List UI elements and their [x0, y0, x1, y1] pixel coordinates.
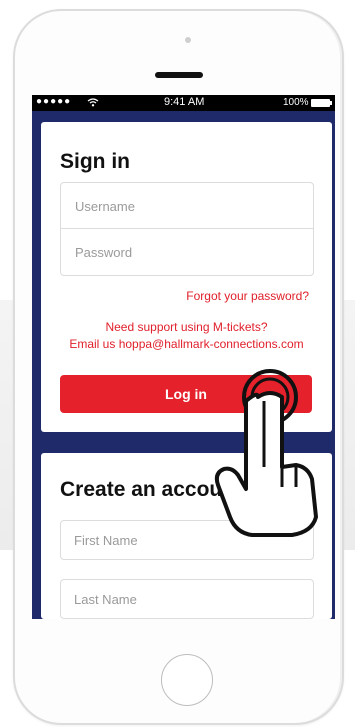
- support-line-1: Need support using M-tickets?: [105, 320, 268, 334]
- first-name-placeholder: First Name: [74, 533, 138, 548]
- tap-hand-icon: [214, 369, 318, 537]
- sign-in-title: Sign in: [60, 150, 130, 173]
- status-time: 9:41 AM: [164, 96, 205, 108]
- last-name-placeholder: Last Name: [74, 592, 137, 607]
- create-account-title: Create an accou: [60, 478, 223, 501]
- username-field[interactable]: Username: [75, 199, 135, 214]
- password-field[interactable]: Password: [75, 245, 132, 260]
- phone-mockup: ●●●●● 9:41 AM 100% Sign in Username Pass…: [0, 0, 355, 727]
- support-email[interactable]: Email us hoppa@hallmark-connections.com: [41, 336, 332, 353]
- status-bar: ●●●●● 9:41 AM 100%: [32, 95, 335, 111]
- speaker-slot: [155, 72, 203, 78]
- wifi-icon: [87, 98, 99, 110]
- camera-dot: [185, 37, 191, 43]
- last-name-field[interactable]: Last Name: [60, 579, 314, 619]
- home-button[interactable]: [161, 654, 213, 706]
- forgot-password-link[interactable]: Forgot your password?: [186, 289, 309, 303]
- field-divider: [61, 228, 313, 229]
- battery-percent: 100%: [283, 97, 309, 108]
- battery-icon: [311, 99, 332, 107]
- support-text: Need support using M-tickets? Email us h…: [41, 319, 332, 353]
- credentials-group: Username Password: [60, 182, 314, 276]
- signal-indicator: ●●●●●: [36, 96, 72, 107]
